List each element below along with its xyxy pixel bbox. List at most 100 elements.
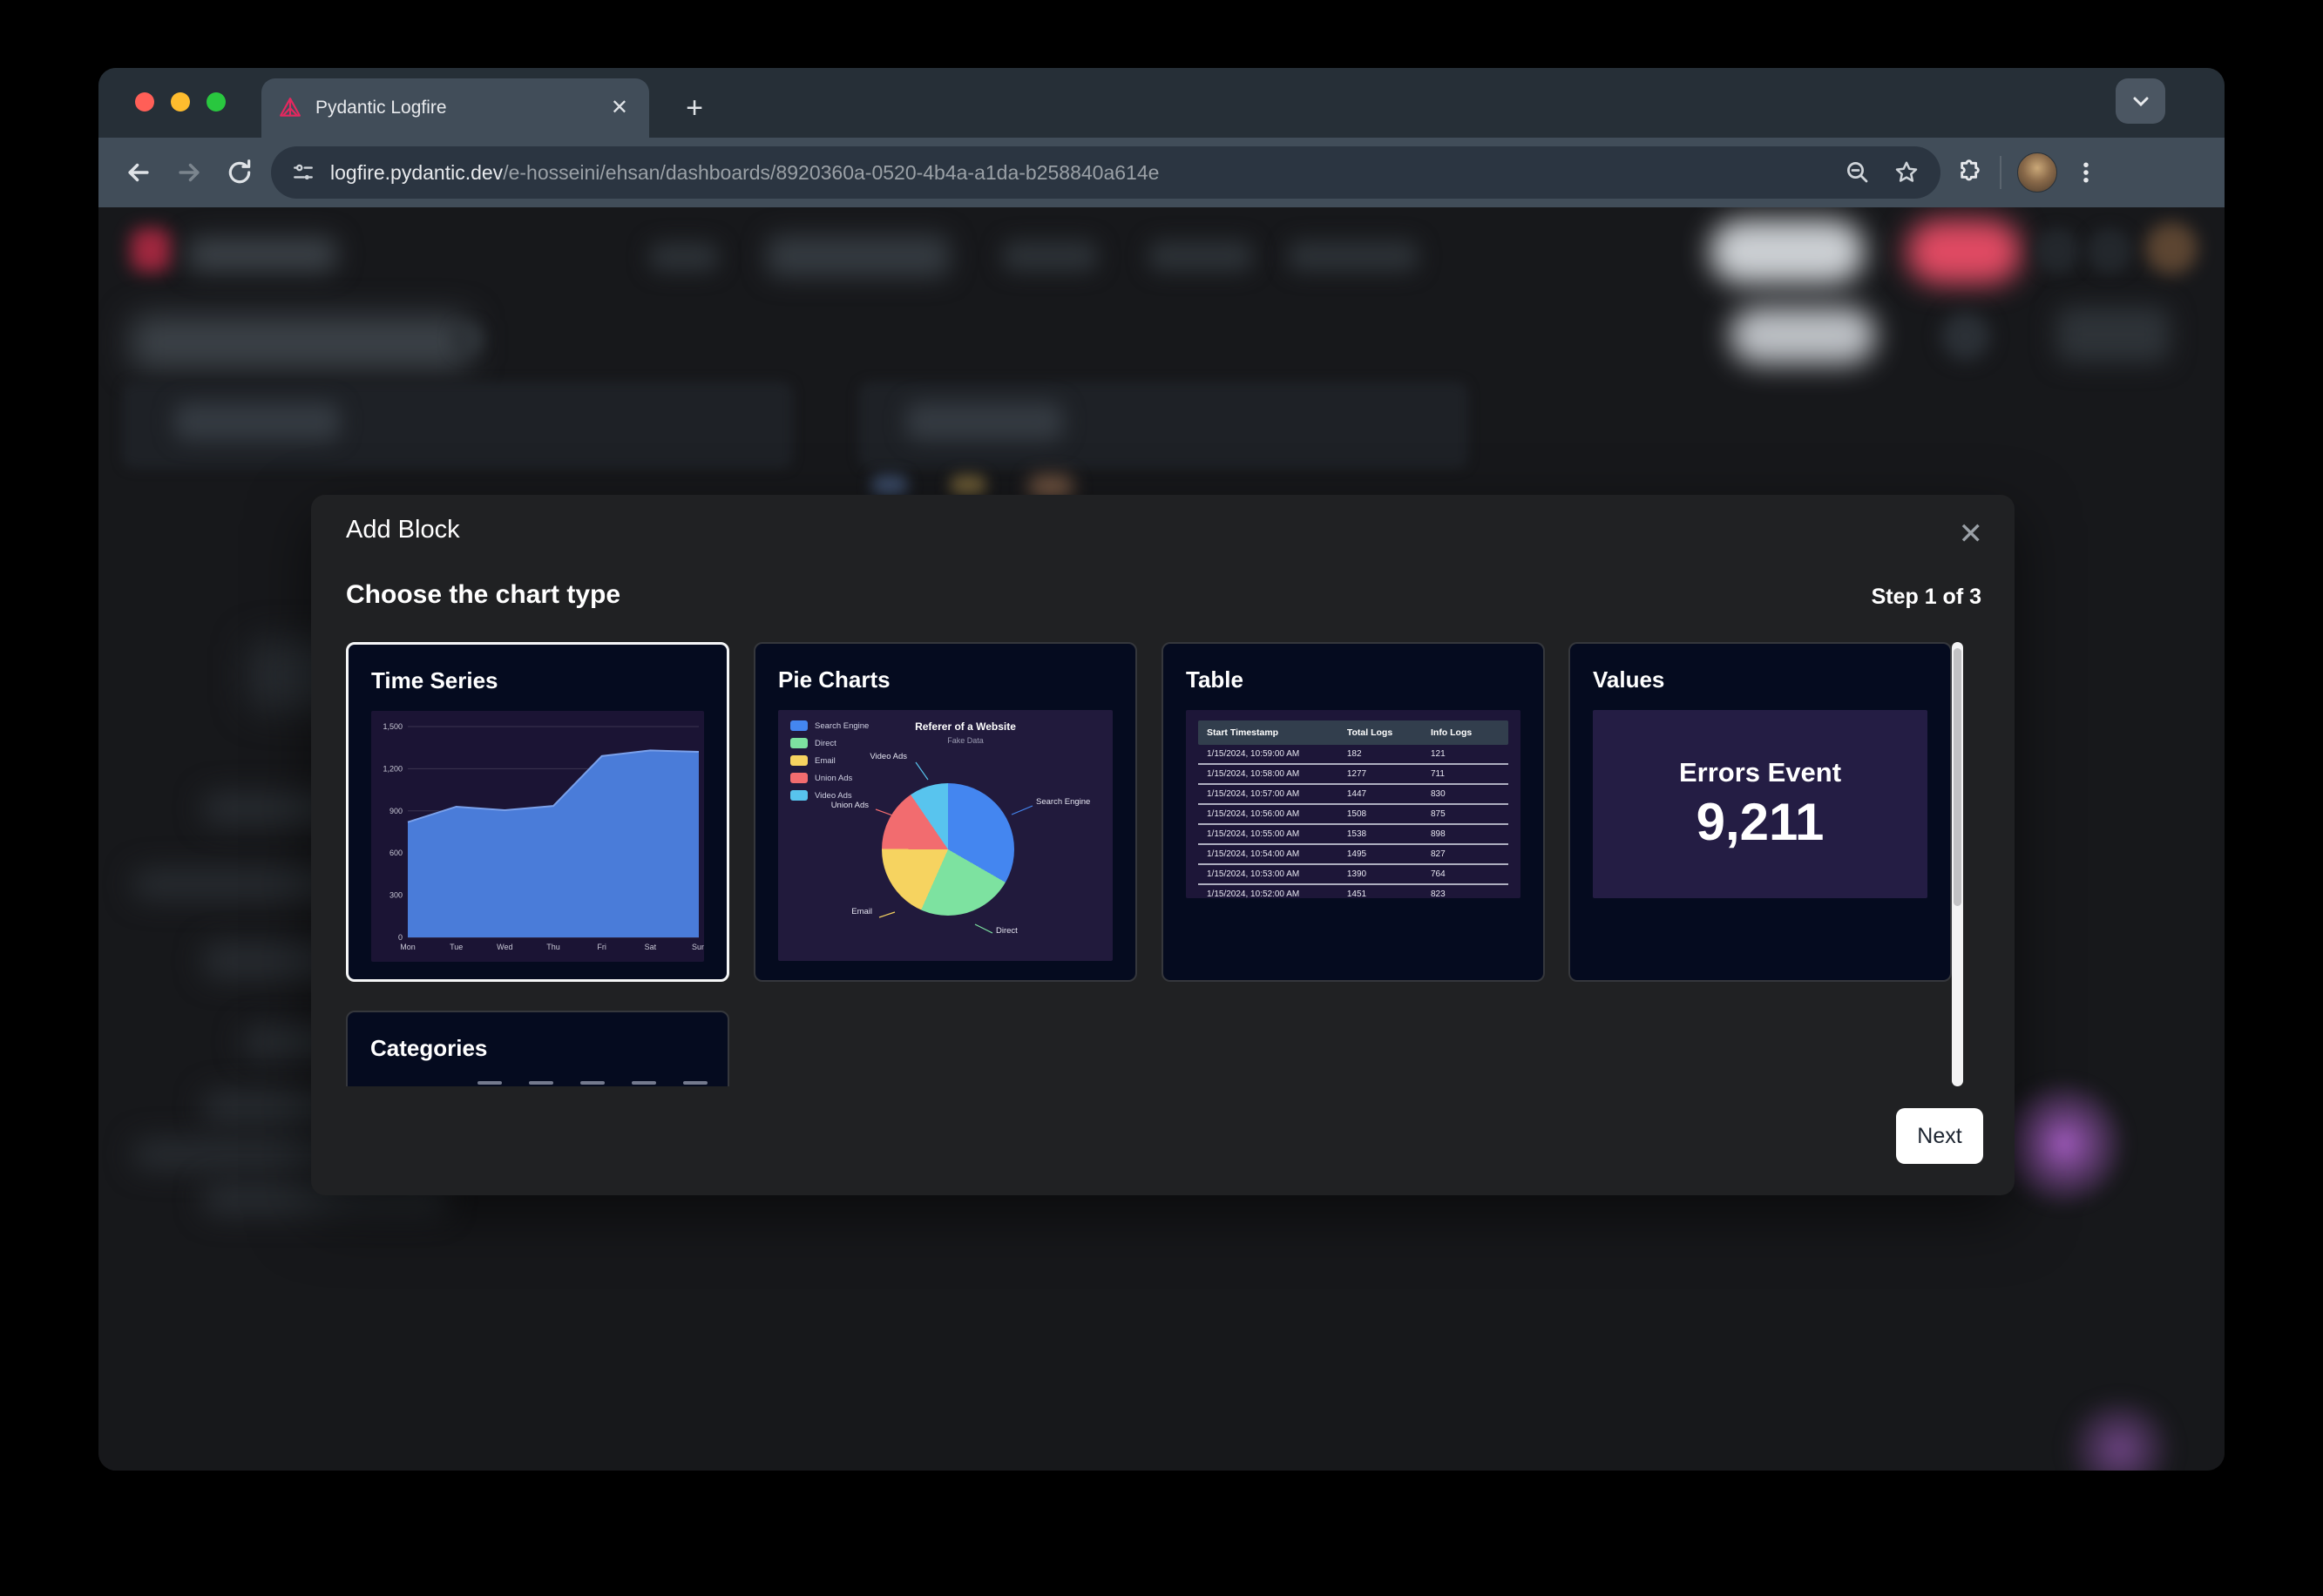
step-indicator: Step 1 of 3 (1872, 585, 1981, 610)
table-cell: 1277 (1347, 769, 1431, 779)
table-cell: 711 (1431, 769, 1508, 779)
maximize-window-button[interactable] (207, 92, 226, 112)
menu-kebab-icon[interactable] (2073, 159, 2099, 186)
blurred-nav-item (1002, 240, 1098, 272)
table-cell: 1495 (1347, 849, 1431, 859)
card-title: Values (1593, 666, 1927, 693)
table-row: 1/15/2024, 10:57:00 AM1447830 (1198, 785, 1508, 805)
svg-text:600: 600 (389, 849, 403, 857)
table-cell: 1/15/2024, 10:55:00 AM (1198, 829, 1347, 839)
table-row: 1/15/2024, 10:58:00 AM1277711 (1198, 765, 1508, 785)
tab-strip: Pydantic Logfire ✕ + (98, 68, 2225, 138)
svg-text:Sat: Sat (645, 943, 657, 951)
metric-value: 9,211 (1697, 792, 1825, 852)
blurred-button (2056, 307, 2170, 362)
table-cell: 1/15/2024, 10:56:00 AM (1198, 809, 1347, 819)
close-window-button[interactable] (135, 92, 154, 112)
minimize-window-button[interactable] (171, 92, 190, 112)
toolbar-right-cluster (1956, 152, 2099, 193)
card-categories[interactable]: Categories (346, 1011, 729, 1086)
back-button[interactable] (119, 153, 158, 192)
table-header-row: Start TimestampTotal LogsInfo Logs (1198, 720, 1508, 745)
modal-scrollbar-track[interactable] (1952, 642, 1963, 1086)
table-header-cell: Info Logs (1431, 727, 1508, 738)
table-cell: 830 (1431, 789, 1508, 799)
bookmark-star-icon[interactable] (1893, 159, 1920, 186)
blurred-user-avatar (2145, 222, 2198, 274)
tab-close-icon[interactable]: ✕ (607, 94, 632, 122)
table-cell: 1/15/2024, 10:53:00 AM (1198, 869, 1347, 879)
table-cell: 1/15/2024, 10:54:00 AM (1198, 849, 1347, 859)
card-title: Time Series (371, 667, 704, 694)
table-cell: 1/15/2024, 10:58:00 AM (1198, 769, 1347, 779)
table-cell: 764 (1431, 869, 1508, 879)
card-time-series[interactable]: Time Series 03006009001,2001,500MonTueWe… (346, 642, 729, 982)
table-row: 1/15/2024, 10:52:00 AM1451823 (1198, 885, 1508, 898)
card-table[interactable]: Table Start TimestampTotal LogsInfo Logs… (1162, 642, 1545, 982)
zoom-indicator-icon[interactable] (1845, 159, 1871, 186)
forward-arrow-icon (174, 158, 204, 187)
table-header-cell: Start Timestamp (1198, 727, 1347, 738)
table-cell: 1/15/2024, 10:59:00 AM (1198, 749, 1347, 759)
table-row: 1/15/2024, 10:55:00 AM1538898 (1198, 825, 1508, 845)
area-chart: 03006009001,2001,500MonTueWedThuFriSatSu… (371, 711, 704, 962)
table-cell: 898 (1431, 829, 1508, 839)
table-header-cell: Total Logs (1347, 727, 1431, 738)
blurred-app-logo (131, 228, 171, 272)
pie-slice-label: Video Ads (870, 752, 907, 761)
modal-scrollbar-thumb[interactable] (1954, 648, 1961, 906)
reload-button[interactable] (220, 153, 259, 192)
browser-tab[interactable]: Pydantic Logfire ✕ (261, 78, 649, 138)
back-arrow-icon (124, 158, 153, 187)
profile-avatar[interactable] (2017, 152, 2057, 193)
svg-text:Fri: Fri (597, 943, 606, 951)
table-row: 1/15/2024, 10:53:00 AM1390764 (1198, 865, 1508, 885)
blurred-icon-circle (1941, 312, 1990, 361)
categories-chart-sliver (477, 1081, 708, 1085)
table-cell: 1/15/2024, 10:57:00 AM (1198, 789, 1347, 799)
blurred-nav-item (767, 235, 950, 277)
svg-text:Wed: Wed (497, 943, 512, 951)
card-values[interactable]: Values Errors Event 9,211 (1568, 642, 1952, 982)
svg-text:300: 300 (389, 891, 403, 900)
blurred-nav-item (649, 242, 719, 272)
url-domain: logfire.pydantic.dev (330, 161, 503, 184)
page-content: Add Block ✕ Choose the chart type Step 1… (98, 207, 2225, 1471)
forward-button[interactable] (170, 153, 208, 192)
svg-text:1,500: 1,500 (383, 722, 403, 731)
svg-text:Mon: Mon (400, 943, 416, 951)
url-text: logfire.pydantic.dev/e-hosseini/ehsan/da… (330, 161, 1845, 185)
table-cell: 827 (1431, 849, 1508, 859)
tab-title: Pydantic Logfire (315, 98, 607, 118)
card-title: Table (1186, 666, 1520, 693)
svg-text:Thu: Thu (546, 943, 560, 951)
svg-text:Sun: Sun (692, 943, 704, 951)
card-pie-charts[interactable]: Pie Charts Search EngineDirectEmailUnion… (754, 642, 1137, 982)
table-row: 1/15/2024, 10:59:00 AM182121 (1198, 745, 1508, 765)
blurred-legend-chip (950, 475, 986, 496)
blurred-legend-chip (871, 475, 908, 496)
browser-window: Pydantic Logfire ✕ + logfire.pydantic.de… (98, 68, 2225, 1471)
time-series-preview-chart: 03006009001,2001,500MonTueWedThuFriSatSu… (371, 711, 704, 962)
blurred-brand-text (187, 237, 337, 272)
site-info-icon[interactable] (292, 161, 315, 184)
new-tab-button[interactable]: + (674, 87, 715, 129)
blurred-white-button (1710, 220, 1865, 284)
modal-title: Add Block (346, 516, 460, 544)
table-cell: 1390 (1347, 869, 1431, 879)
card-title: Categories (370, 1035, 705, 1062)
pie-connectors (778, 710, 1113, 961)
modal-subtitle: Choose the chart type (346, 580, 620, 610)
tab-search-button[interactable] (2116, 78, 2165, 124)
pie-slice-label: Direct (996, 926, 1018, 936)
extensions-puzzle-icon[interactable] (1956, 159, 1984, 186)
blurred-chevron (453, 324, 483, 354)
blurred-panel-title (906, 402, 1063, 441)
url-path: /e-hosseini/ehsan/dashboards/8920360a-05… (503, 161, 1159, 184)
pie-preview-chart: Search EngineDirectEmailUnion AdsVideo A… (778, 710, 1113, 961)
modal-close-icon[interactable]: ✕ (1954, 514, 1989, 554)
metric-title: Errors Event (1679, 757, 1841, 788)
table-cell: 1538 (1347, 829, 1431, 839)
url-bar[interactable]: logfire.pydantic.dev/e-hosseini/ehsan/da… (271, 146, 1940, 199)
next-button[interactable]: Next (1896, 1108, 1983, 1164)
